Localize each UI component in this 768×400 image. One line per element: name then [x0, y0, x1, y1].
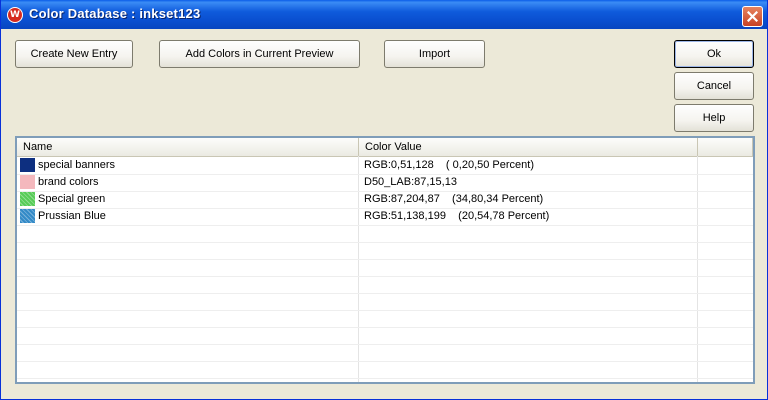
- empty-row[interactable]: [17, 344, 753, 362]
- empty-row[interactable]: [17, 361, 753, 379]
- empty-row[interactable]: [17, 293, 753, 311]
- app-logo-icon: W: [7, 7, 23, 23]
- column-header-color-value[interactable]: Color Value: [359, 138, 698, 156]
- import-button[interactable]: Import: [384, 40, 485, 68]
- color-swatch: [20, 192, 35, 206]
- color-database-dialog: W Color Database : inkset123 Create New …: [0, 0, 768, 400]
- window-title: Color Database : inkset123: [29, 6, 201, 21]
- empty-row[interactable]: [17, 242, 753, 260]
- empty-row[interactable]: [17, 276, 753, 294]
- color-swatch: [20, 175, 35, 189]
- create-new-entry-button[interactable]: Create New Entry: [15, 40, 133, 68]
- color-value: RGB:51,138,199 (20,54,78 Percent): [364, 210, 550, 222]
- color-list[interactable]: Name Color Value special banners RGB:0,51…: [15, 136, 755, 384]
- table-row[interactable]: special banners RGB:0,51,128 ( 0,20,50 Pe…: [17, 157, 753, 175]
- table-row[interactable]: Special green RGB:87,204,87 (34,80,34 Per…: [17, 191, 753, 209]
- color-value: D50_LAB:87,15,13: [364, 176, 457, 188]
- ok-button[interactable]: Ok: [674, 40, 754, 68]
- help-button[interactable]: Help: [674, 104, 754, 132]
- column-header-name[interactable]: Name: [17, 138, 359, 156]
- column-header-extra[interactable]: [698, 138, 753, 156]
- color-name: Prussian Blue: [38, 210, 106, 222]
- close-button[interactable]: [742, 6, 763, 27]
- add-colors-button[interactable]: Add Colors in Current Preview: [159, 40, 360, 68]
- table-row[interactable]: brand colors D50_LAB:87,15,13: [17, 174, 753, 192]
- color-value: RGB:0,51,128 ( 0,20,50 Percent): [364, 159, 534, 171]
- color-name: special banners: [38, 159, 116, 171]
- empty-row[interactable]: [17, 310, 753, 328]
- color-swatch: [20, 158, 35, 172]
- color-name: brand colors: [38, 176, 99, 188]
- cancel-button[interactable]: Cancel: [674, 72, 754, 100]
- color-value: RGB:87,204,87 (34,80,34 Percent): [364, 193, 544, 205]
- empty-row[interactable]: [17, 225, 753, 243]
- color-name: Special green: [38, 193, 106, 205]
- empty-row[interactable]: [17, 327, 753, 345]
- list-header: Name Color Value: [17, 138, 753, 157]
- title-bar[interactable]: W Color Database : inkset123: [1, 0, 767, 29]
- close-icon: [747, 11, 758, 22]
- color-swatch: [20, 209, 35, 223]
- empty-row[interactable]: [17, 259, 753, 277]
- table-row[interactable]: Prussian Blue RGB:51,138,199 (20,54,78 Pe…: [17, 208, 753, 226]
